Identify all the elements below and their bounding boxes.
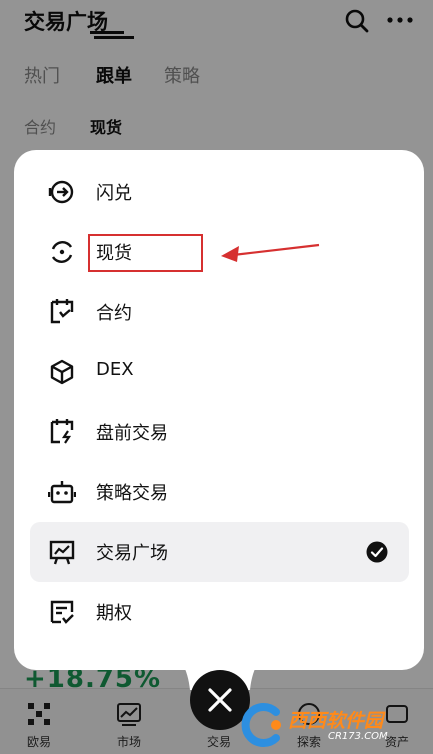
cube-icon (50, 359, 74, 385)
trade-menu-panel: 闪兑 现货 合约 DEX 盘前交易 策略交易 交易广场 期权 (14, 150, 424, 670)
menu-label-options: 期权 (96, 603, 132, 624)
menu-label-strategy: 策略交易 (96, 483, 168, 504)
spot-icon (51, 241, 73, 263)
menu-label-dex: DEX (96, 359, 134, 380)
menu-label-futures: 合约 (96, 303, 132, 324)
menu-label-premarket: 盘前交易 (96, 423, 168, 444)
watermark-text: 西西软件园 (288, 710, 384, 732)
watermark-logo: 西西软件园 CR173.COM (236, 698, 432, 752)
annotation-highlight-box (88, 234, 203, 272)
futures-icon (50, 299, 74, 324)
menu-item-futures[interactable]: 合约 (30, 282, 409, 342)
menu-item-trading-square[interactable]: 交易广场 (30, 522, 409, 582)
bot-icon (48, 481, 76, 504)
options-icon (50, 600, 74, 624)
menu-item-swap[interactable]: 闪兑 (30, 162, 409, 222)
menu-item-strategy[interactable]: 策略交易 (30, 462, 409, 522)
watermark-logo-icon (241, 703, 281, 747)
menu-label-trading-square: 交易广场 (96, 543, 168, 564)
watermark-subtext: CR173.COM (328, 731, 388, 742)
menu-item-options[interactable]: 期权 (30, 582, 409, 642)
annotation-arrow-icon (221, 243, 320, 262)
menu-item-dex[interactable]: DEX (30, 342, 409, 402)
chart-board-icon (49, 540, 75, 565)
menu-label-swap: 闪兑 (96, 183, 132, 204)
menu-item-premarket[interactable]: 盘前交易 (30, 402, 409, 462)
premarket-icon (50, 419, 74, 444)
swap-icon (48, 180, 74, 204)
close-icon (208, 688, 232, 712)
check-icon (366, 541, 388, 563)
